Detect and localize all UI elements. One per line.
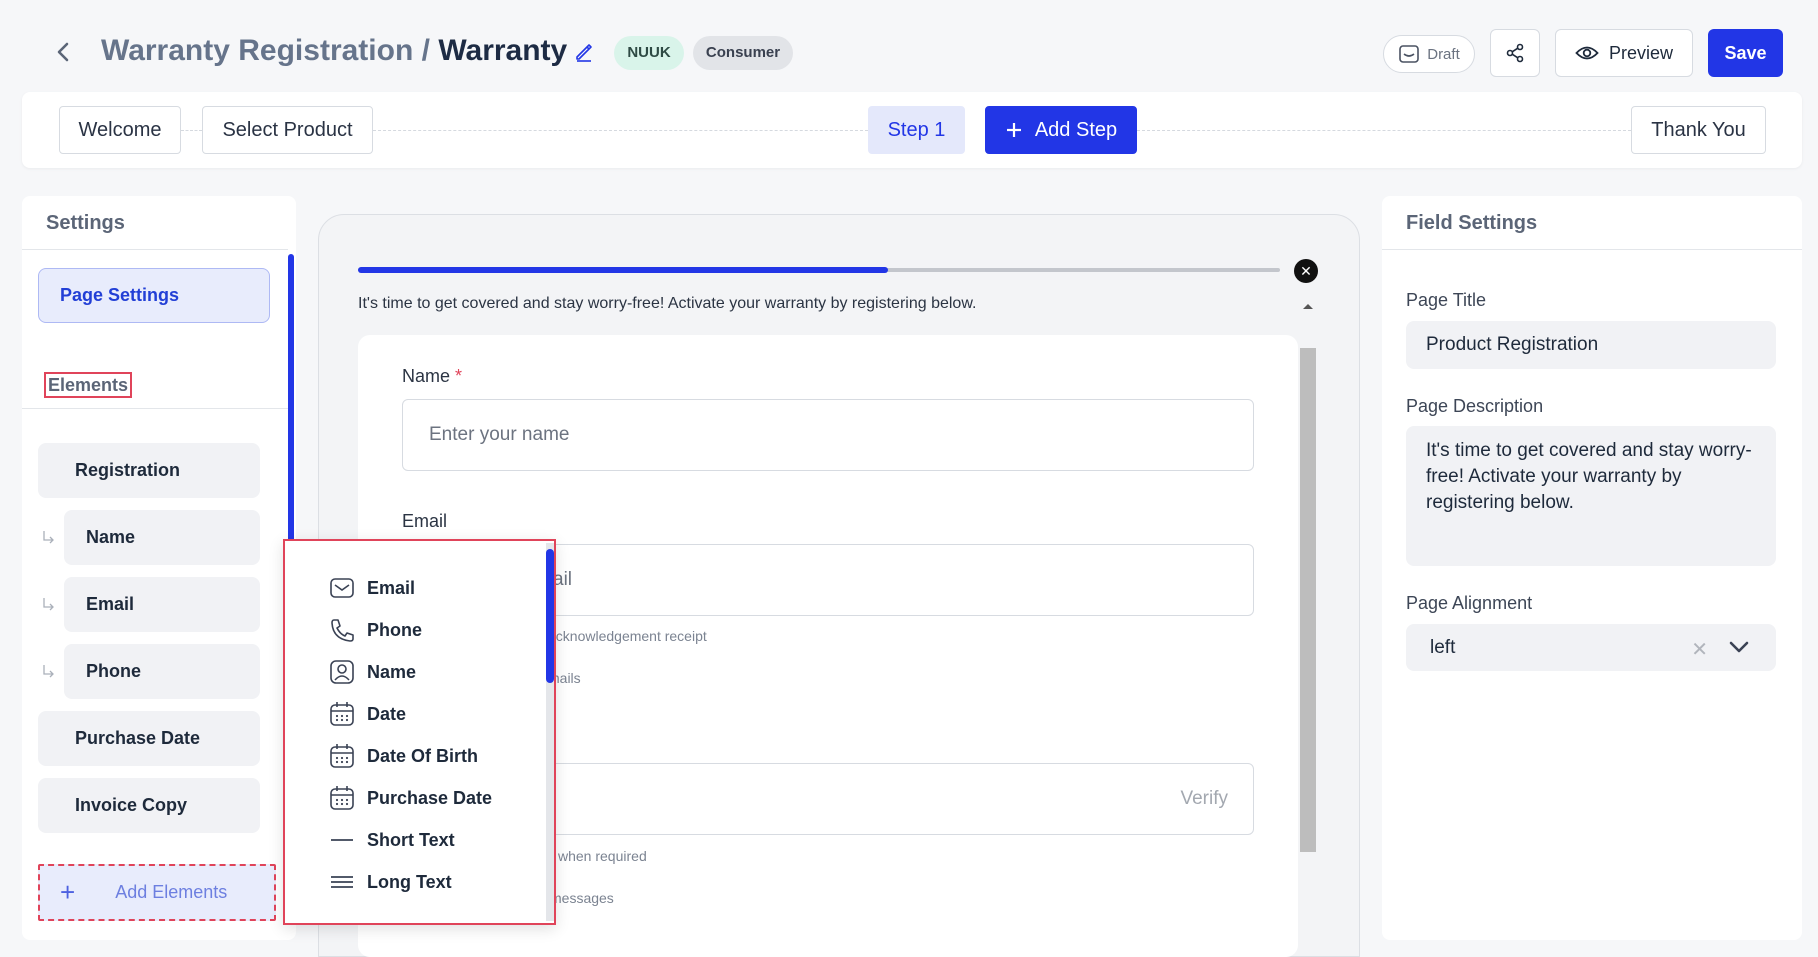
save-button[interactable]: Save (1708, 29, 1783, 77)
chevron-down-icon[interactable] (1728, 638, 1750, 656)
preview-button[interactable]: Preview (1555, 29, 1693, 77)
page-title: Warranty Registration / Warranty (101, 34, 567, 68)
progress-fill (358, 267, 888, 273)
share-button[interactable] (1490, 29, 1540, 77)
left-scrollbar-thumb[interactable] (288, 254, 294, 546)
child-arrow-icon (43, 531, 54, 544)
title-separator: / (421, 34, 430, 67)
required-mark: * (455, 366, 463, 386)
divider (22, 249, 288, 250)
field-settings-title: Field Settings (1406, 212, 1538, 234)
dropdown-item-label: Long Text (367, 871, 452, 892)
edit-icon[interactable] (574, 42, 594, 62)
draft-label: Draft (1427, 45, 1460, 63)
add-element-dropdown: Email Phone Name Date Date Of Birth Purc… (283, 539, 556, 925)
child-arrow-icon (43, 665, 54, 678)
clear-icon[interactable]: ✕ (1691, 637, 1708, 662)
dropdown-item-label: Date (367, 703, 407, 724)
page-title-label: Page Title (1406, 290, 1487, 310)
email-field-label: Email (402, 511, 448, 531)
close-icon[interactable]: ✕ (1294, 259, 1318, 283)
add-elements-button[interactable]: + Add Elements (38, 864, 276, 921)
child-arrow-icon (43, 598, 54, 611)
divider (22, 408, 288, 409)
phone-hint: when required (558, 848, 647, 864)
dropdown-item-short-text[interactable]: Short Text (329, 824, 455, 856)
email-hint: acknowledgement receipt (548, 628, 707, 644)
phone-hint-secondary: messages (550, 890, 614, 906)
title-parent: Warranty Registration (101, 34, 414, 67)
eye-icon (1575, 46, 1599, 60)
mail-icon (330, 578, 354, 598)
name-label-text: Name (402, 366, 451, 386)
element-phone[interactable]: Phone (64, 644, 260, 699)
name-field-label: Name * (402, 366, 462, 387)
elements-title: Elements (44, 372, 133, 398)
long-text-icon (331, 876, 353, 888)
dropdown-item-label: Date Of Birth (367, 745, 479, 766)
calendar-icon (330, 702, 354, 726)
form-scrollbar[interactable] (1300, 348, 1316, 852)
page-alignment-select[interactable]: left ✕ (1406, 624, 1776, 671)
element-invoice-copy[interactable]: Invoice Copy (38, 778, 260, 833)
add-elements-label: Add Elements (115, 882, 228, 902)
phone-icon (331, 619, 354, 642)
page-alignment-label: Page Alignment (1406, 593, 1533, 613)
page-title-input[interactable]: Product Registration (1406, 321, 1776, 369)
page-alignment-value: left (1430, 636, 1456, 658)
scroll-up-icon[interactable] (1302, 302, 1314, 310)
dropdown-item-date-of-birth[interactable]: Date Of Birth (329, 740, 478, 772)
add-step-label: Add Step (1034, 118, 1118, 141)
dropdown-item-purchase-date[interactable]: Purchase Date (329, 782, 492, 814)
back-arrow-icon[interactable] (52, 40, 76, 64)
add-step-button[interactable]: Add Step (985, 106, 1137, 154)
dropdown-item-label: Email (367, 577, 416, 598)
calendar-icon (330, 786, 354, 810)
preview-label: Preview (1608, 42, 1674, 63)
element-email[interactable]: Email (64, 577, 260, 632)
short-text-icon (331, 839, 353, 841)
element-name[interactable]: Name (64, 510, 260, 565)
step-connector (1137, 130, 1631, 131)
badge-consumer: Consumer (693, 36, 793, 70)
dropdown-item-label: Phone (367, 619, 423, 640)
dropdown-item-label: Purchase Date (367, 787, 493, 808)
draft-icon (1399, 45, 1420, 63)
divider (1382, 249, 1802, 250)
page-description-input[interactable]: It's time to get covered and stay worry-… (1406, 426, 1776, 566)
dropdown-item-name[interactable]: Name (329, 656, 416, 688)
dropdown-scrollbar-thumb[interactable] (546, 549, 554, 683)
settings-title: Settings (46, 212, 125, 234)
step-connector (181, 130, 202, 131)
page-description-label: Page Description (1406, 396, 1544, 416)
step-connector (373, 130, 868, 131)
step-1[interactable]: Step 1 (868, 106, 965, 154)
step-select-product[interactable]: Select Product (202, 106, 373, 154)
dropdown-item-label: Short Text (367, 829, 455, 850)
share-icon (1506, 43, 1524, 63)
title-current: Warranty (438, 34, 568, 67)
calendar-icon (330, 744, 354, 768)
dropdown-item-long-text[interactable]: Long Text (329, 866, 452, 898)
step-thank-you[interactable]: Thank You (1631, 106, 1766, 154)
page-settings-button[interactable]: Page Settings (38, 268, 270, 323)
badge-nuuk: NUUK (614, 36, 684, 70)
name-input[interactable]: Enter your name (402, 399, 1254, 471)
plus-icon (1006, 123, 1021, 137)
step-welcome[interactable]: Welcome (59, 106, 181, 154)
dropdown-item-email[interactable]: Email (329, 572, 415, 604)
page-intro-text: It's time to get covered and stay worry-… (358, 295, 977, 312)
dropdown-item-phone[interactable]: Phone (329, 614, 422, 646)
element-registration[interactable]: Registration (38, 443, 260, 498)
draft-status[interactable]: Draft (1383, 35, 1475, 73)
dropdown-item-date[interactable]: Date (329, 698, 406, 730)
element-purchase-date[interactable]: Purchase Date (38, 711, 260, 766)
user-icon (330, 660, 354, 684)
dropdown-item-label: Name (367, 661, 417, 682)
verify-button[interactable]: Verify (1180, 788, 1228, 810)
plus-icon: + (60, 877, 76, 907)
